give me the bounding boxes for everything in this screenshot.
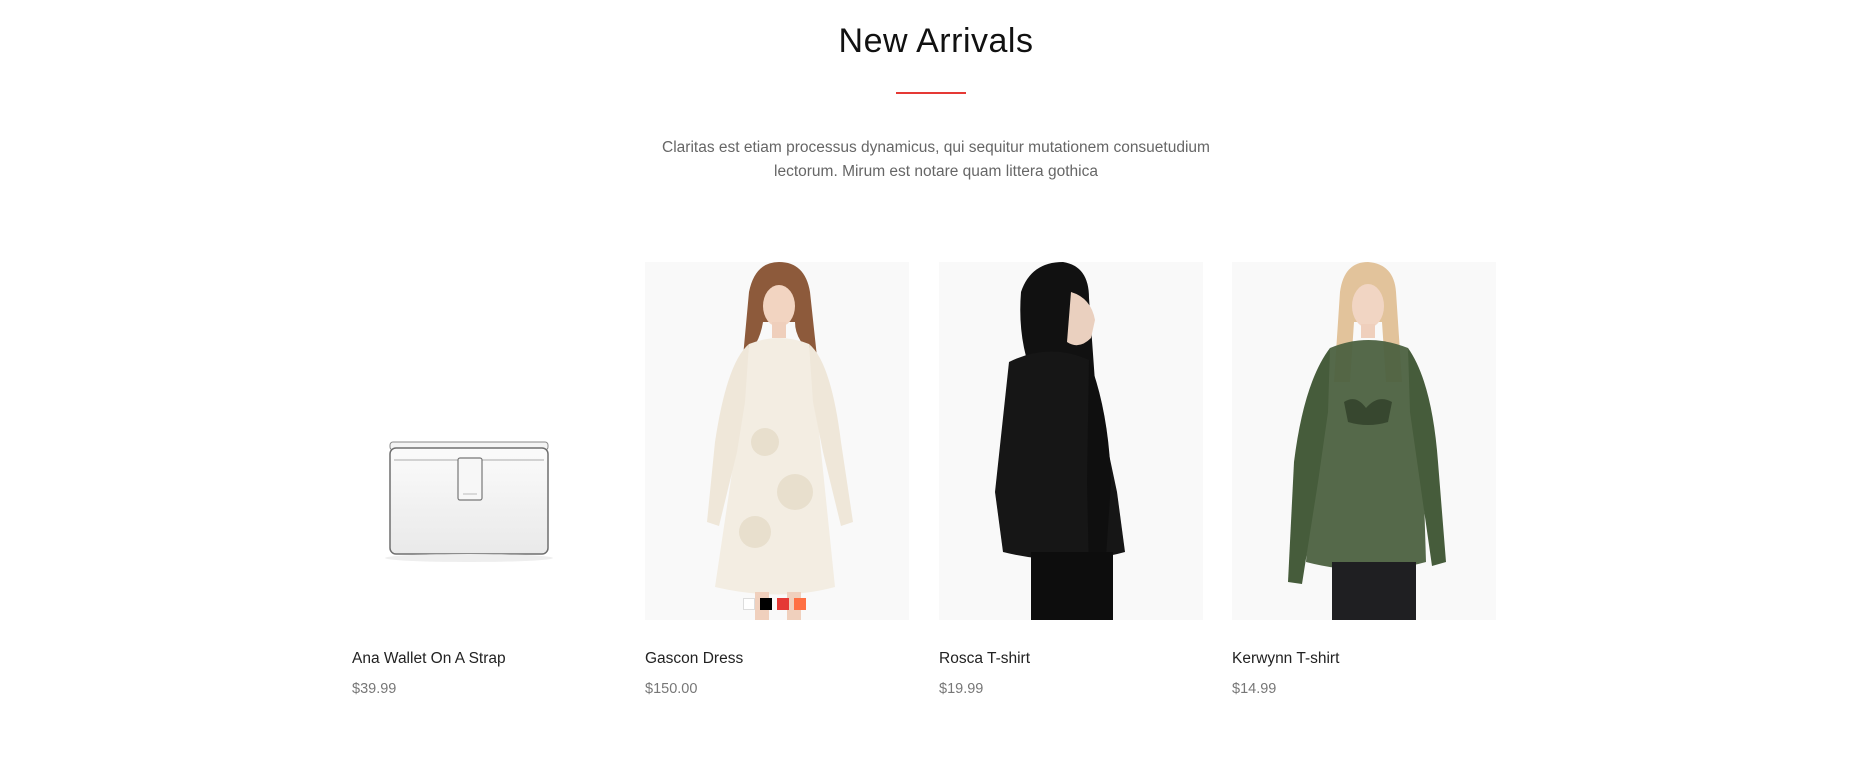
product-name[interactable]: Kerwynn T-shirt [1232,650,1339,668]
product-price: $150.00 [645,681,698,697]
swatch-white[interactable] [743,598,755,610]
product-price: $19.99 [939,681,984,697]
product-price: $39.99 [352,681,397,697]
product-name[interactable]: Ana Wallet On A Strap [352,650,506,668]
product-card[interactable]: Gascon Dress $150.00 [645,262,909,697]
product-price: $14.99 [1232,681,1277,697]
product-card[interactable]: Kerwynn T-shirt $14.99 [1232,262,1496,697]
swatch-red[interactable] [777,598,789,610]
product-card[interactable]: Ana Wallet On A Strap $39.99 [352,262,616,697]
product-image-dress[interactable] [645,262,909,620]
color-swatches [743,598,806,610]
product-image-rosca[interactable] [939,262,1203,620]
swatch-black[interactable] [760,598,772,610]
swatch-orange[interactable] [794,598,806,610]
product-name[interactable]: Gascon Dress [645,650,743,668]
section-description: Claritas est etiam processus dynamicus, … [662,139,1210,180]
product-image-kerwynn[interactable] [1232,262,1496,620]
title-underline [896,92,966,94]
product-name[interactable]: Rosca T-shirt [939,650,1030,668]
product-image-wallet[interactable] [352,262,616,620]
section-title: New Arrivals [838,22,1034,60]
product-card[interactable]: Rosca T-shirt $19.99 [939,262,1203,697]
